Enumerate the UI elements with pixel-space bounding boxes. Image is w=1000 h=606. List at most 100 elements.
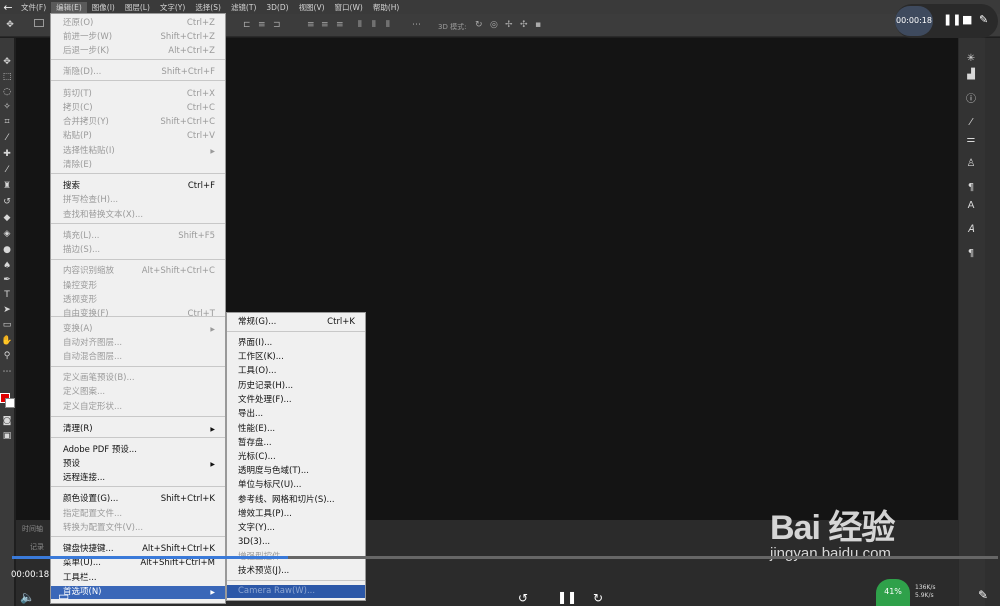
annotate-icon[interactable]: ✎	[978, 588, 988, 602]
menubar-item[interactable]: 3D(D)	[261, 3, 293, 12]
3d-roll-icon[interactable]: ◎	[490, 21, 499, 30]
3d-slide-icon[interactable]: ✣	[520, 21, 529, 30]
marquee-tool-icon[interactable]: ⬚	[1, 71, 13, 83]
shape-tool-icon[interactable]: ▭	[1, 319, 13, 331]
volume-icon[interactable]: 🔈	[20, 590, 35, 604]
distribute-middle-icon[interactable]: ≡	[321, 21, 330, 30]
menubar-item[interactable]: 文字(Y)	[155, 2, 190, 13]
preferences-menu-item[interactable]: 文字(Y)...	[238, 522, 355, 535]
preferences-menu-item[interactable]: 导出...	[238, 408, 355, 421]
edit-menu-item[interactable]: 操控变形	[63, 280, 215, 293]
histogram-icon[interactable]: ▟	[963, 68, 979, 82]
edit-menu-item[interactable]: 自由变换(F) Ctrl+T	[63, 308, 215, 321]
healing-tool-icon[interactable]: ✚	[1, 148, 13, 160]
menubar-item[interactable]: 视图(V)	[294, 2, 330, 13]
pen-icon[interactable]: ✎	[979, 14, 988, 26]
preferences-menu-item[interactable]: 增效工具(P)...	[238, 508, 355, 521]
menubar-item[interactable]: 图像(I)	[87, 2, 120, 13]
history-brush-icon[interactable]: ↺	[1, 196, 13, 208]
edit-menu-item[interactable]: 清理(R) ▶	[63, 423, 215, 436]
edit-menu-item[interactable]: 透视变形	[63, 294, 215, 307]
paragraph-styles-icon[interactable]: ¶	[963, 247, 979, 261]
gradient-tool-icon[interactable]: ◈	[1, 228, 13, 240]
menubar-item[interactable]: 图层(L)	[120, 2, 155, 13]
clone-source-icon[interactable]: ♙	[963, 157, 979, 171]
play-pause-icon[interactable]: ❚❚	[557, 590, 577, 604]
edit-menu-item[interactable]: 剪切(T) Ctrl+X	[63, 88, 215, 101]
stop-icon[interactable]: ■	[962, 14, 972, 26]
more-tools-icon[interactable]: ⋯	[1, 366, 13, 378]
menubar-item[interactable]: 滤镜(T)	[226, 2, 261, 13]
edit-menu-item[interactable]: 工具栏...	[63, 572, 215, 585]
distribute-bottom-icon[interactable]: ≡	[336, 21, 345, 30]
preferences-menu-item[interactable]: 3D(3)...	[238, 536, 355, 549]
preferences-menu-item[interactable]: Camera Raw(W)...	[227, 585, 365, 598]
edit-menu-item[interactable]: 查找和替换文本(X)...	[63, 209, 215, 222]
eraser-tool-icon[interactable]: ◆	[1, 212, 13, 224]
lasso-tool-icon[interactable]: ◌	[1, 86, 13, 98]
align-left-icon[interactable]: ⊏	[243, 21, 252, 30]
menubar-item[interactable]: 选择(S)	[190, 2, 226, 13]
dodge-tool-icon[interactable]: ♠	[1, 260, 13, 272]
menubar-item[interactable]: 帮助(H)	[368, 2, 405, 13]
edit-menu-item[interactable]: 渐隐(D)... Shift+Ctrl+F	[63, 66, 215, 79]
edit-menu-item[interactable]: 变换(A) ▶	[63, 323, 215, 336]
edit-menu-item[interactable]: 键盘快捷键... Alt+Shift+Ctrl+K	[63, 543, 215, 556]
preferences-menu-item[interactable]: 工作区(K)...	[238, 351, 355, 364]
edit-menu-item[interactable]: 填充(L)... Shift+F5	[63, 230, 215, 243]
edit-menu-item[interactable]: 定义图案...	[63, 386, 215, 399]
edit-menu-item[interactable]: 后退一步(K) Alt+Ctrl+Z	[63, 45, 215, 58]
3d-pan-icon[interactable]: ✢	[505, 21, 514, 30]
zoom-tool-icon[interactable]: ⚲	[1, 350, 13, 362]
preferences-menu-item[interactable]: 界面(I)...	[238, 337, 355, 350]
quick-mask-icon[interactable]: ◙	[1, 415, 13, 427]
edit-menu-item[interactable]: 搜索 Ctrl+F	[63, 180, 215, 193]
path-select-tool-icon[interactable]: ➤	[1, 304, 13, 316]
align-right-icon[interactable]: ⊐	[273, 21, 282, 30]
pen-tool-icon[interactable]: ✒	[1, 274, 13, 286]
3d-scale-icon[interactable]: ▪	[535, 21, 544, 30]
distribute-top-icon[interactable]: ≡	[307, 21, 316, 30]
character-icon[interactable]: A	[963, 199, 979, 213]
edit-menu-item[interactable]: 合并拷贝(Y) Shift+Ctrl+C	[63, 116, 215, 129]
rewind-10-icon[interactable]: ↺	[518, 591, 528, 605]
menubar-item[interactable]: 编辑(E)	[51, 1, 87, 13]
edit-menu-item[interactable]: 拼写检查(H)...	[63, 194, 215, 207]
preferences-menu-item[interactable]: 参考线、网格和切片(S)...	[238, 494, 355, 507]
preferences-menu-item[interactable]: 文件处理(F)...	[238, 394, 355, 407]
edit-menu-item[interactable]: 清除(E)	[63, 159, 215, 172]
menubar-item[interactable]: 文件(F)	[16, 2, 51, 13]
edit-menu-item[interactable]: 指定配置文件...	[63, 508, 215, 521]
hand-tool-icon[interactable]: ✋	[1, 335, 13, 347]
edit-menu-item[interactable]: 前进一步(W) Shift+Ctrl+Z	[63, 31, 215, 44]
edit-menu-item[interactable]: 定义自定形状...	[63, 401, 215, 414]
edit-menu-item[interactable]: 自动混合图层...	[63, 351, 215, 364]
record-tab[interactable]: 记录	[30, 542, 44, 552]
distribute-hcenter-icon[interactable]: ⫴	[372, 21, 381, 30]
forward-30-icon[interactable]: ↻	[593, 591, 603, 605]
background-color-swatch[interactable]	[5, 398, 15, 408]
pause-icon[interactable]: ❚❚	[943, 14, 961, 26]
align-center-icon[interactable]: ≡	[258, 21, 267, 30]
paragraph-icon[interactable]: ¶	[963, 181, 979, 195]
preferences-menu-item[interactable]: 单位与标尺(U)...	[238, 479, 355, 492]
edit-menu-item[interactable]: Adobe PDF 预设...	[63, 444, 215, 457]
back-arrow-icon[interactable]: ←	[0, 1, 16, 14]
edit-menu-item[interactable]: 内容识别缩放 Alt+Shift+Ctrl+C	[63, 265, 215, 278]
adjustment-icon[interactable]: ✳	[963, 52, 979, 66]
brush-tool-icon[interactable]: ⁄	[1, 164, 13, 176]
move-tool-icon[interactable]: ✥	[1, 56, 13, 68]
preferences-menu-item[interactable]: 性能(E)...	[238, 423, 355, 436]
distribute-left-icon[interactable]: ⫴	[358, 21, 367, 30]
timeline-tab[interactable]: 时间轴	[22, 524, 43, 534]
edit-menu-item[interactable]: 描边(S)...	[63, 244, 215, 257]
3d-orbit-icon[interactable]: ↻	[475, 21, 484, 30]
edit-menu-item[interactable]: 首选项(N) ▶	[51, 586, 225, 599]
sliders-icon[interactable]: ⚌	[963, 133, 979, 147]
preferences-menu-item[interactable]: 光标(C)...	[238, 451, 355, 464]
edit-menu-item[interactable]: 颜色设置(G)... Shift+Ctrl+K	[63, 493, 215, 506]
preferences-menu-item[interactable]: 历史记录(H)...	[238, 380, 355, 393]
preferences-menu-item[interactable]: 技术预览(J)...	[238, 565, 355, 578]
screen-mode-icon[interactable]: ▣	[1, 430, 13, 442]
edit-menu-item[interactable]: 粘贴(P) Ctrl+V	[63, 130, 215, 143]
